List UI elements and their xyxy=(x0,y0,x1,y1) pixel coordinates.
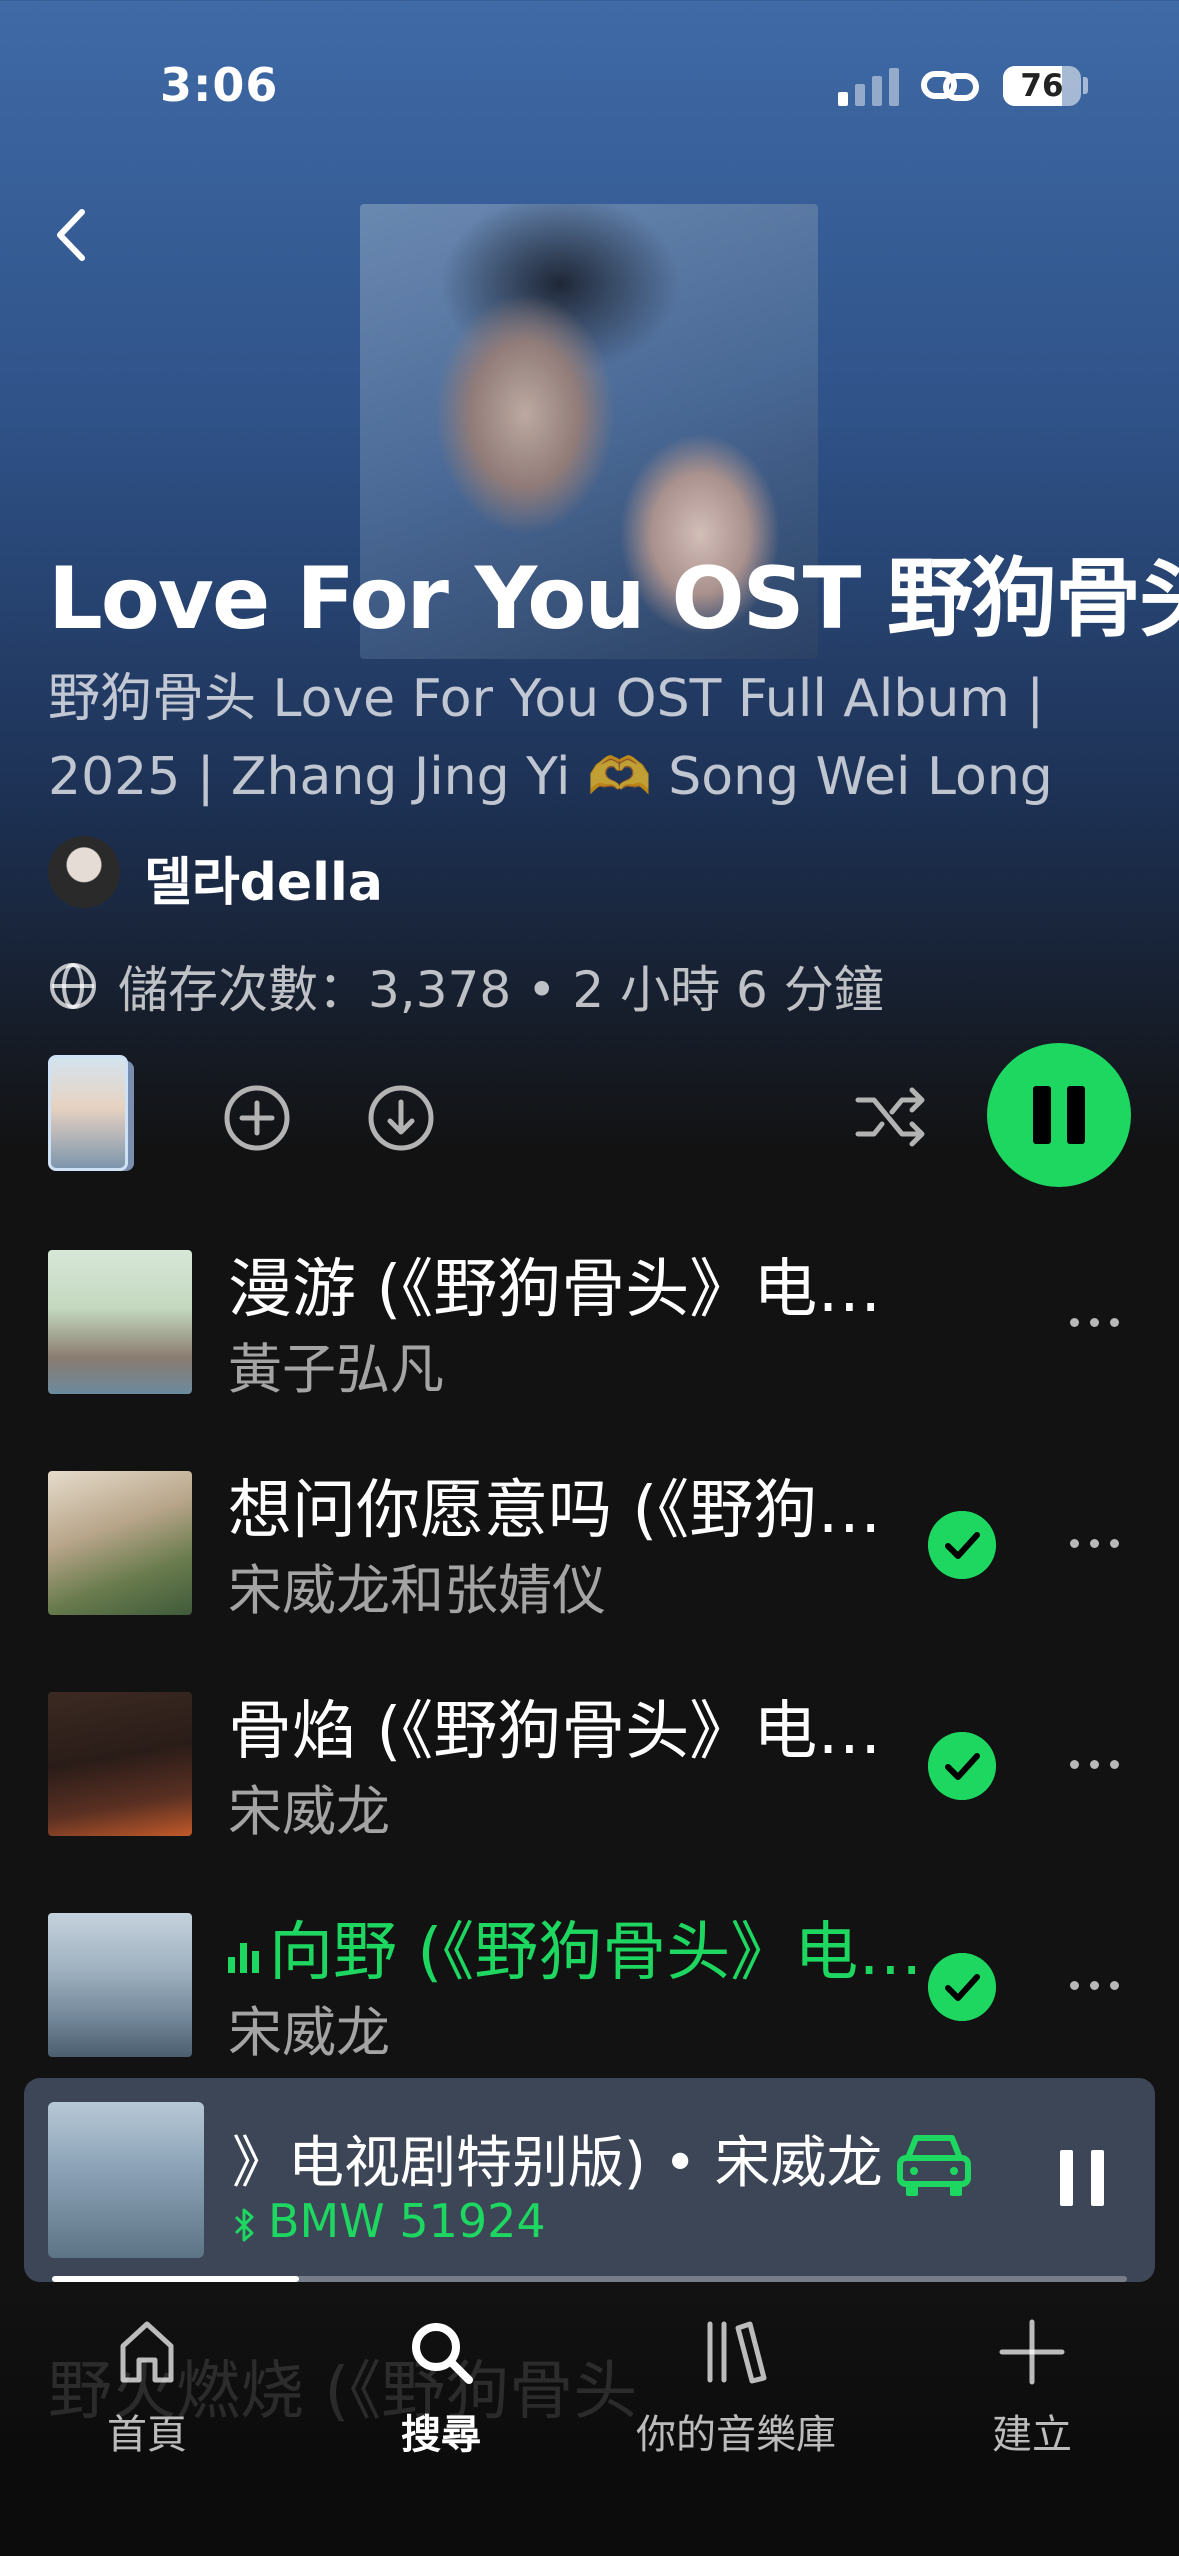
device-name: BMW 51924 xyxy=(268,2194,546,2248)
track-artist: 黃子弘凡 xyxy=(228,1338,444,1401)
more-options-icon[interactable] xyxy=(1070,1744,1140,1784)
now-playing-title: 》电视剧特别版) • 宋威龙 xyxy=(232,2131,883,2196)
playlist-title: Love For You OST 野狗骨头 xyxy=(48,549,1179,649)
nav-create-label: 建立 xyxy=(992,2412,1072,2458)
track-title: 向野 (《野狗骨头》电视剧特别版) xyxy=(228,1913,928,1993)
nav-home-label: 首頁 xyxy=(107,2412,187,2458)
add-circle-icon[interactable] xyxy=(222,1083,292,1153)
more-options-icon[interactable] xyxy=(1070,1523,1140,1563)
track-row[interactable]: 想问你愿意吗 (《野狗骨头》电视剧特别版) 宋威龙和张婧仪 xyxy=(0,1471,1179,1671)
owner-name[interactable]: 델라della xyxy=(144,840,383,915)
now-playing-art xyxy=(48,2102,204,2258)
downloaded-check-icon xyxy=(928,1953,996,2021)
nav-search-label: 搜尋 xyxy=(401,2412,481,2458)
track-art xyxy=(48,1471,192,1615)
nav-library[interactable]: 你的音樂庫 xyxy=(636,2318,836,2460)
track-title-text: 向野 (《野狗骨头》电视剧特别版) xyxy=(269,1916,928,1990)
track-row[interactable]: 漫游 (《野狗骨头》电视剧特别版) 黃子弘凡 xyxy=(0,1250,1179,1450)
nav-home[interactable]: 首頁 xyxy=(47,2318,247,2460)
track-title: 想问你愿意吗 (《野狗骨头》电视剧特别版) xyxy=(228,1474,928,1548)
downloaded-check-icon xyxy=(928,1511,996,1579)
track-art xyxy=(48,1692,192,1836)
playback-progress-fill xyxy=(52,2276,300,2282)
track-title: 漫游 (《野狗骨头》电视剧特别版) xyxy=(228,1253,928,1327)
back-chevron-icon[interactable] xyxy=(40,200,100,270)
pause-icon xyxy=(1033,1086,1051,1144)
cellular-signal-icon xyxy=(838,66,899,106)
track-artist: 宋威龙 xyxy=(228,1780,390,1843)
track-row[interactable]: 骨焰 (《野狗骨头》电视剧特别版) 宋威龙 xyxy=(0,1692,1179,1892)
nav-create[interactable]: 建立 xyxy=(932,2318,1132,2460)
equalizer-icon xyxy=(228,1939,259,1974)
library-icon xyxy=(707,2321,767,2384)
track-artist: 宋威龙 xyxy=(228,2001,390,2064)
owner-avatar[interactable] xyxy=(48,836,120,908)
more-options-icon[interactable] xyxy=(1070,1302,1140,1342)
personal-hotspot-icon xyxy=(921,71,979,101)
playlist-description: 野狗骨头 Love For You OST Full Album | 2025 … xyxy=(48,660,1108,816)
bluetooth-icon xyxy=(234,2208,254,2241)
battery-icon: 76 xyxy=(1003,66,1081,106)
playlist-meta: 儲存次數：3,378 • 2 小時 6 分鐘 xyxy=(48,950,884,1022)
search-icon xyxy=(412,2323,473,2384)
track-title: 骨焰 (《野狗骨头》电视剧特别版) xyxy=(228,1695,928,1769)
car-icon[interactable] xyxy=(894,2128,974,2200)
connected-device[interactable]: BMW 51924 xyxy=(232,2194,546,2248)
shuffle-icon[interactable] xyxy=(854,1082,928,1152)
now-playing-bar[interactable]: 》电视剧特别版) • 宋威龙 BMW 51924 xyxy=(24,2078,1155,2282)
more-options-icon[interactable] xyxy=(1070,1965,1140,2005)
description-line-2: 2025 | Zhang Jing Yi 🫶 Song Wei Long xyxy=(48,747,1053,807)
description-line-1: 野狗骨头 Love For You OST Full Album | xyxy=(48,669,1044,729)
globe-icon xyxy=(50,963,96,1009)
plus-icon xyxy=(999,2319,1065,2385)
nav-search[interactable]: 搜尋 xyxy=(341,2318,541,2460)
battery-cap xyxy=(1083,77,1088,94)
track-artist: 宋威龙和张婧仪 xyxy=(228,1559,606,1622)
playlist-thumbnail-stack[interactable] xyxy=(48,1055,134,1173)
status-time: 3:06 xyxy=(160,58,279,112)
nav-library-label: 你的音樂庫 xyxy=(636,2412,836,2458)
save-count-duration: 儲存次數：3,378 • 2 小時 6 分鐘 xyxy=(118,961,884,1019)
downloaded-check-icon xyxy=(928,1732,996,1800)
track-art xyxy=(48,1250,192,1394)
mini-pause-icon[interactable] xyxy=(1060,2150,1104,2206)
download-icon[interactable] xyxy=(366,1083,436,1153)
track-art xyxy=(48,1913,192,2057)
battery-level: 76 xyxy=(1020,68,1064,104)
home-icon xyxy=(120,2321,174,2383)
pause-button[interactable] xyxy=(987,1043,1131,1187)
